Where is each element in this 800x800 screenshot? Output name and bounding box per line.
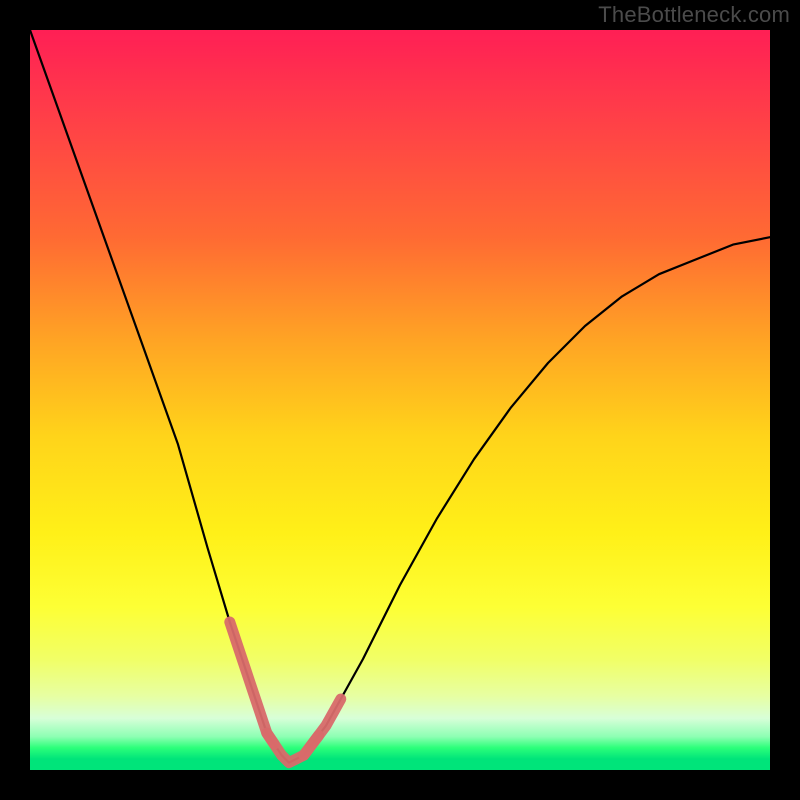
optimal-range-highlight-right [304,699,341,755]
bottleneck-curve [30,30,770,763]
optimal-range-highlight-left [230,622,274,744]
plot-area [30,30,770,770]
watermark-text: TheBottleneck.com [598,2,790,28]
chart-frame: TheBottleneck.com [0,0,800,800]
curve-layer [30,30,770,770]
